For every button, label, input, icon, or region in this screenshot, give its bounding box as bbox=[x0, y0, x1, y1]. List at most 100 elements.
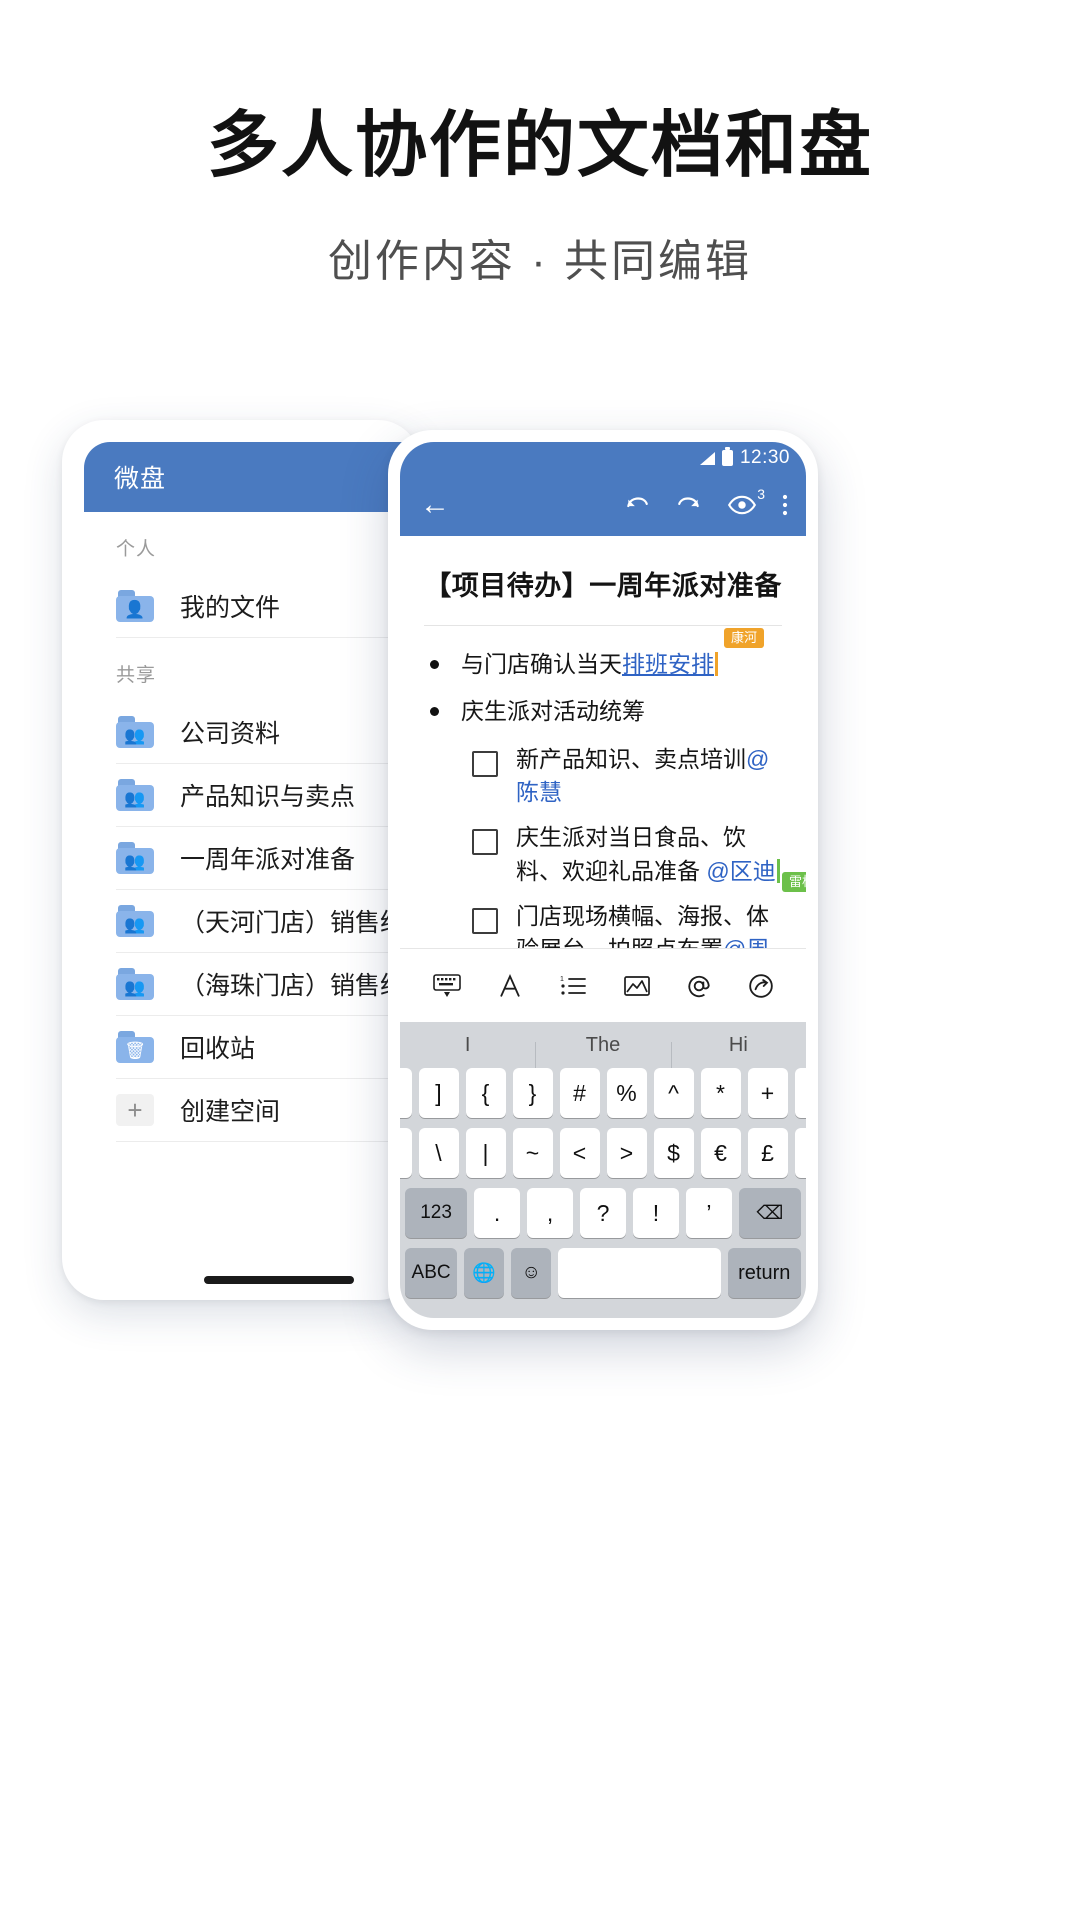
sidebar-item-anniversary-party[interactable]: 👥 一周年派对准备 bbox=[116, 827, 420, 890]
key[interactable]: , bbox=[527, 1188, 574, 1238]
folder-shared-icon: 👥 bbox=[116, 716, 154, 748]
keyboard-row-1: [ ] { } # % ^ * + = bbox=[400, 1068, 806, 1118]
redo-icon[interactable] bbox=[676, 492, 702, 518]
inline-link[interactable]: 排班安排 bbox=[622, 651, 714, 677]
bullet-icon bbox=[430, 707, 439, 717]
checklist-item[interactable]: 新产品知识、卖点培训@陈慧 bbox=[472, 743, 784, 810]
key[interactable]: + bbox=[747, 1068, 788, 1118]
undo-icon[interactable] bbox=[624, 492, 650, 518]
suggestion-1[interactable]: The bbox=[535, 1034, 670, 1068]
key[interactable]: ’ bbox=[685, 1188, 732, 1238]
suggestion-0[interactable]: I bbox=[400, 1034, 535, 1057]
checklist-text: 门店现场横幅、海报、体验展台、拍照点布置@周瑾荣 bbox=[516, 900, 784, 948]
key-numeric-mode[interactable]: 123 bbox=[405, 1188, 468, 1238]
signal-icon bbox=[699, 451, 715, 465]
bullet-text: 与门店确认当天排班安排 康河 bbox=[461, 628, 764, 681]
key[interactable]: ~ bbox=[512, 1128, 553, 1178]
checkbox[interactable] bbox=[472, 908, 498, 935]
key[interactable]: . bbox=[474, 1188, 521, 1238]
share-icon[interactable] bbox=[748, 973, 774, 999]
key[interactable]: > bbox=[606, 1128, 647, 1178]
more-vertical-icon[interactable] bbox=[782, 493, 788, 517]
document-body: 与门店确认当天排班安排 康河 庆生派对活动统筹 新产品知识、卖点培训@陈慧 庆生… bbox=[400, 626, 806, 948]
space-key[interactable] bbox=[558, 1248, 721, 1298]
checklist-label: 新产品知识、卖点培训 bbox=[516, 745, 746, 772]
checklist-item[interactable]: 门店现场横幅、海报、体验展台、拍照点布置@周瑾荣 bbox=[472, 900, 784, 948]
left-phone-screen: 微盘 个人 👤 我的文件 共享 👥 公司资料 👥 产品知识与卖点 👥 一周年派对… bbox=[84, 442, 420, 1280]
key[interactable]: £ bbox=[747, 1128, 788, 1178]
backspace-icon[interactable]: ⌫ bbox=[738, 1188, 801, 1238]
return-key[interactable]: return bbox=[727, 1248, 801, 1298]
mention-icon[interactable] bbox=[686, 973, 712, 999]
back-arrow-icon[interactable]: ← bbox=[420, 490, 450, 520]
checkbox[interactable] bbox=[472, 750, 498, 777]
list-item[interactable]: 庆生派对活动统筹 bbox=[426, 695, 784, 728]
left-app-title: 微盘 bbox=[114, 465, 167, 493]
globe-icon[interactable]: 🌐 bbox=[464, 1248, 505, 1298]
key[interactable]: € bbox=[700, 1128, 741, 1178]
key[interactable]: < bbox=[559, 1128, 600, 1178]
keyboard-row-3: 123 . , ? ! ’ ⌫ bbox=[400, 1188, 806, 1238]
suggestion-2[interactable]: Hi bbox=[670, 1034, 806, 1068]
plus-icon: + bbox=[116, 1094, 154, 1126]
ordered-list-icon[interactable]: 1 bbox=[559, 974, 587, 998]
document-editor[interactable]: 【项目待办】一周年派对准备 与门店确认当天排班安排 康河 庆生派对活动统筹 新产… bbox=[400, 536, 806, 948]
sidebar-item-recycle-bin[interactable]: 🗑 回收站 bbox=[116, 1016, 420, 1079]
eye-icon[interactable]: 3 bbox=[728, 486, 765, 515]
key[interactable]: [ bbox=[400, 1068, 412, 1118]
key[interactable]: _ bbox=[400, 1128, 412, 1178]
checkbox[interactable] bbox=[472, 829, 498, 856]
left-appbar: 微盘 bbox=[84, 442, 420, 512]
key[interactable]: \ bbox=[418, 1128, 459, 1178]
key[interactable]: · bbox=[794, 1128, 806, 1178]
key[interactable]: * bbox=[700, 1068, 741, 1118]
emoji-icon[interactable]: ☺ bbox=[511, 1248, 552, 1298]
sidebar-item-label: 公司资料 bbox=[180, 720, 281, 748]
key[interactable]: $ bbox=[653, 1128, 694, 1178]
key[interactable]: # bbox=[559, 1068, 600, 1118]
image-icon[interactable] bbox=[623, 974, 651, 998]
bullet-icon bbox=[430, 660, 439, 669]
sidebar-item-product-knowledge[interactable]: 👥 产品知识与卖点 bbox=[116, 764, 420, 827]
checklist-item[interactable]: 庆生派对当日食品、饮料、欢迎礼品准备 @区迪 雷格 bbox=[472, 821, 806, 893]
list-item[interactable]: 与门店确认当天排班安排 康河 bbox=[426, 628, 784, 681]
sidebar-item-label: 创建空间 bbox=[180, 1098, 281, 1126]
key[interactable]: ! bbox=[632, 1188, 679, 1238]
checklist-text: 新产品知识、卖点培训@陈慧 bbox=[516, 743, 784, 810]
mention-chip[interactable]: @区迪 bbox=[706, 858, 775, 884]
sidebar-item-haizhu-sales[interactable]: 👥 （海珠门店）销售统计 bbox=[116, 953, 420, 1016]
key[interactable]: | bbox=[465, 1128, 506, 1178]
keyboard-hide-icon[interactable] bbox=[432, 973, 462, 999]
checklist-text: 庆生派对当日食品、饮料、欢迎礼品准备 @区迪 雷格 bbox=[516, 821, 806, 893]
key-abc-mode[interactable]: ABC bbox=[405, 1248, 458, 1298]
folder-shared-icon: 👥 bbox=[116, 968, 154, 1000]
sidebar-item-label: 产品知识与卖点 bbox=[180, 783, 356, 811]
key[interactable]: % bbox=[606, 1068, 647, 1118]
battery-icon bbox=[721, 447, 733, 466]
sidebar-item-tianhe-sales[interactable]: 👥 （天河门店）销售统计 bbox=[116, 890, 420, 953]
svg-text:1: 1 bbox=[560, 976, 564, 983]
format-toolbar: 1 bbox=[400, 948, 806, 1022]
folder-trash-icon: 🗑 bbox=[116, 1031, 154, 1063]
key[interactable]: = bbox=[794, 1068, 806, 1118]
key[interactable]: ^ bbox=[653, 1068, 694, 1118]
key[interactable]: } bbox=[512, 1068, 553, 1118]
viewer-count-badge: 3 bbox=[757, 486, 765, 502]
sidebar-item-create-space[interactable]: + 创建空间 bbox=[116, 1079, 420, 1142]
sidebar-item-label: 我的文件 bbox=[180, 594, 281, 622]
key[interactable]: ] bbox=[418, 1068, 459, 1118]
key[interactable]: ? bbox=[580, 1188, 626, 1238]
key[interactable]: { bbox=[465, 1068, 506, 1118]
bullet-text: 庆生派对活动统筹 bbox=[461, 698, 645, 725]
section-label-personal: 个人 bbox=[116, 539, 157, 560]
collab-cursor bbox=[776, 858, 780, 883]
bullet-prefix: 与门店确认当天 bbox=[461, 651, 622, 677]
promo-header: 多人协作的文档和盘 创作内容 · 共同编辑 bbox=[0, 0, 1080, 289]
sidebar-item-my-files[interactable]: 👤 我的文件 bbox=[116, 575, 420, 638]
sidebar-item-company-docs[interactable]: 👥 公司资料 bbox=[116, 701, 420, 764]
collab-cursor bbox=[715, 652, 718, 676]
promo-title: 多人协作的文档和盘 bbox=[206, 106, 873, 186]
promo-subtitle: 创作内容 · 共同编辑 bbox=[327, 236, 753, 286]
text-format-icon[interactable] bbox=[497, 973, 523, 999]
folder-shared-icon: 👥 bbox=[116, 905, 154, 937]
